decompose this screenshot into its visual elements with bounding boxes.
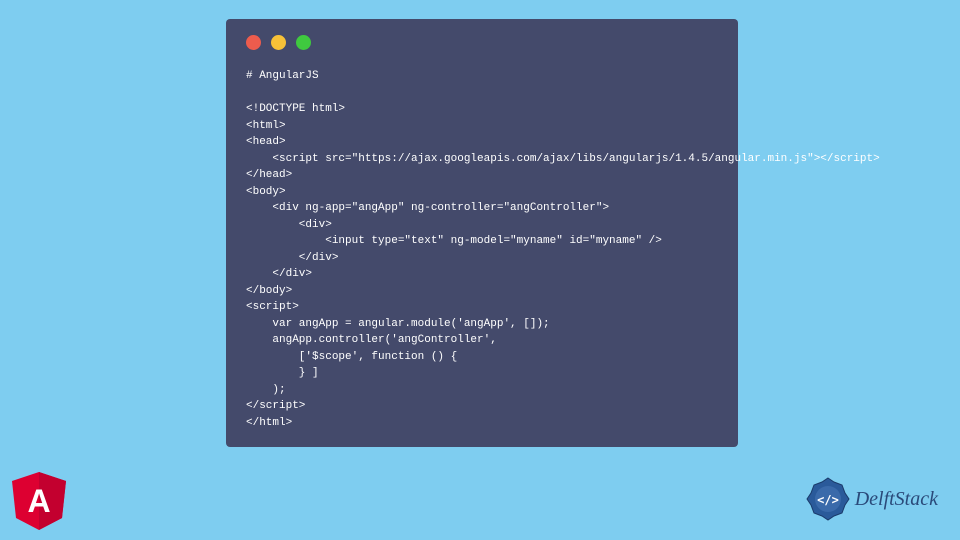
code-line: </body> [246, 285, 292, 297]
code-line: <!DOCTYPE html> [246, 103, 345, 115]
maximize-icon [296, 35, 311, 50]
code-content: # AngularJS <!DOCTYPE html> <html> <head… [246, 68, 718, 431]
code-line: <div ng-app="angApp" ng-controller="angC… [246, 202, 609, 214]
code-line: angApp.controller('angController', [246, 334, 497, 346]
delftstack-badge-icon: </> [805, 476, 851, 522]
code-line: <input type="text" ng-model="myname" id=… [246, 235, 662, 247]
code-line: } ] [246, 367, 319, 379]
delftstack-logo: </> DelftStack [805, 476, 938, 522]
code-line: <body> [246, 186, 286, 198]
code-line: ['$scope', function () { [246, 351, 457, 363]
angular-logo-icon: A [12, 472, 66, 530]
code-line: <script> [246, 301, 299, 313]
code-line: <div> [246, 219, 332, 231]
code-line: var angApp = angular.module('angApp', []… [246, 318, 550, 330]
code-title: # AngularJS [246, 70, 319, 82]
code-line: </script> [246, 400, 305, 412]
code-line: ); [246, 384, 286, 396]
code-line: <head> [246, 136, 286, 148]
svg-text:</>: </> [817, 493, 839, 507]
close-icon [246, 35, 261, 50]
code-window: # AngularJS <!DOCTYPE html> <html> <head… [226, 19, 738, 447]
code-line: </head> [246, 169, 292, 181]
code-line: <html> [246, 120, 286, 132]
code-line: <script src="https://ajax.googleapis.com… [246, 153, 880, 165]
code-line: </div> [246, 252, 338, 264]
code-line: </html> [246, 417, 292, 429]
delftstack-text: DelftStack [855, 488, 938, 511]
code-line: </div> [246, 268, 312, 280]
svg-text:A: A [27, 483, 50, 519]
window-controls [246, 35, 718, 50]
minimize-icon [271, 35, 286, 50]
